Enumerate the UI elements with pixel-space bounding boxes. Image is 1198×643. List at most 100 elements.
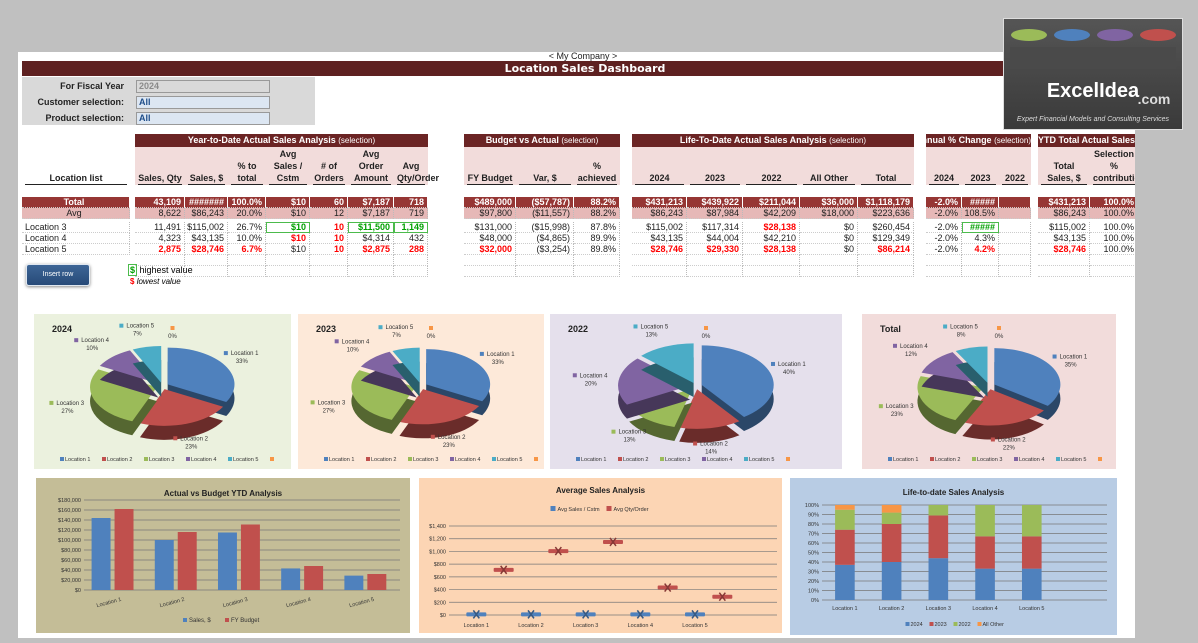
empty-cell[interactable] bbox=[687, 266, 743, 277]
empty-cell[interactable] bbox=[574, 255, 620, 266]
column-header-total[interactable]: Total bbox=[858, 147, 914, 185]
cell-c2023[interactable]: 108.5% bbox=[962, 208, 999, 219]
cell-pct[interactable]: 26.7% bbox=[228, 222, 266, 233]
cell-c2023[interactable]: 4.3% bbox=[962, 233, 999, 244]
cell-y2022[interactable]: $42,210 bbox=[743, 233, 800, 244]
cell-avgorder[interactable]: $11,500 bbox=[348, 222, 394, 233]
cell-y2023[interactable]: $87,984 bbox=[687, 208, 743, 219]
column-header-avgorder[interactable]: Avg Order Amount bbox=[348, 147, 394, 185]
cell-totsales[interactable]: $431,213 bbox=[1038, 197, 1090, 208]
cell-avgqty[interactable]: 719 bbox=[394, 208, 428, 219]
cell-orders[interactable]: 12 bbox=[310, 208, 348, 219]
empty-cell[interactable] bbox=[800, 255, 858, 266]
column-header-var[interactable]: Var, $ bbox=[516, 147, 574, 185]
empty-cell[interactable] bbox=[348, 266, 394, 277]
cell-y2024[interactable]: $43,135 bbox=[632, 233, 687, 244]
empty-cell[interactable] bbox=[228, 266, 266, 277]
cell-y2023[interactable]: $29,330 bbox=[687, 244, 743, 255]
cell-avgcstm[interactable]: $10 bbox=[266, 222, 310, 233]
cell-qty[interactable]: 2,875 bbox=[135, 244, 185, 255]
cell-totsales[interactable]: $43,135 bbox=[1038, 233, 1090, 244]
cell-c2022[interactable] bbox=[999, 208, 1031, 219]
cell-c2024[interactable]: -2.0% bbox=[926, 208, 962, 219]
cell-other[interactable]: $0 bbox=[800, 233, 858, 244]
empty-cell[interactable] bbox=[266, 266, 310, 277]
cell-qty[interactable]: 43,109 bbox=[135, 197, 185, 208]
cell-budget[interactable]: $97,800 bbox=[464, 208, 516, 219]
empty-cell[interactable] bbox=[1038, 255, 1090, 266]
cell-y2024[interactable]: $86,243 bbox=[632, 208, 687, 219]
cell-var[interactable]: ($11,557) bbox=[516, 208, 574, 219]
empty-cell[interactable] bbox=[394, 266, 428, 277]
cell-sales[interactable]: $86,243 bbox=[185, 208, 228, 219]
empty-cell[interactable] bbox=[348, 255, 394, 266]
empty-cell[interactable] bbox=[1090, 266, 1135, 277]
cell-total[interactable]: $1,118,179 bbox=[858, 197, 914, 208]
row-label[interactable]: Avg bbox=[22, 208, 130, 219]
empty-cell[interactable] bbox=[394, 255, 428, 266]
fiscal-year-field[interactable]: 2024 bbox=[136, 80, 270, 93]
cell-sales[interactable]: $28,746 bbox=[185, 244, 228, 255]
cell-orders[interactable]: 60 bbox=[310, 197, 348, 208]
cell-c2023[interactable]: ##### bbox=[962, 197, 999, 208]
cell-contrib[interactable]: 100.0% bbox=[1090, 197, 1135, 208]
cell-c2023[interactable]: 4.2% bbox=[962, 244, 999, 255]
column-header-qty[interactable]: Sales, Qty bbox=[135, 147, 185, 185]
cell-c2022[interactable] bbox=[999, 244, 1031, 255]
cell-c2024[interactable]: -2.0% bbox=[926, 244, 962, 255]
cell-sales[interactable]: $43,135 bbox=[185, 233, 228, 244]
row-label[interactable]: Location 5 bbox=[22, 244, 130, 255]
empty-cell[interactable] bbox=[926, 255, 962, 266]
cell-achieved[interactable]: 88.2% bbox=[574, 208, 620, 219]
cell-totsales[interactable]: $86,243 bbox=[1038, 208, 1090, 219]
cell-var[interactable]: ($57,787) bbox=[516, 197, 574, 208]
cell-avgcstm[interactable]: $10 bbox=[266, 197, 310, 208]
empty-cell[interactable] bbox=[310, 255, 348, 266]
cell-pct[interactable]: 10.0% bbox=[228, 233, 266, 244]
empty-cell[interactable] bbox=[962, 266, 999, 277]
pie-chart-2022[interactable]: 2022 Location 1 40% Location 2 14% Location 3… bbox=[550, 314, 842, 469]
cell-other[interactable]: $18,000 bbox=[800, 208, 858, 219]
cell-var[interactable]: ($4,865) bbox=[516, 233, 574, 244]
cell-y2024[interactable]: $431,213 bbox=[632, 197, 687, 208]
cell-avgcstm[interactable]: $10 bbox=[266, 233, 310, 244]
pie-chart-2023[interactable]: 2023 Location 1 33% Location 2 23% Location 3… bbox=[298, 314, 544, 469]
empty-cell[interactable] bbox=[743, 266, 800, 277]
column-header-c2024[interactable]: 2024 bbox=[926, 147, 962, 185]
cell-sales[interactable]: ####### bbox=[185, 197, 228, 208]
cell-pct[interactable]: 6.7% bbox=[228, 244, 266, 255]
column-header-y2024[interactable]: 2024 bbox=[632, 147, 687, 185]
cell-c2024[interactable]: -2.0% bbox=[926, 222, 962, 233]
empty-cell[interactable] bbox=[266, 255, 310, 266]
cell-orders[interactable]: 10 bbox=[310, 233, 348, 244]
cell-pct[interactable]: 20.0% bbox=[228, 208, 266, 219]
empty-cell[interactable] bbox=[743, 255, 800, 266]
cell-avgqty[interactable]: 1,149 bbox=[394, 222, 428, 233]
empty-cell[interactable] bbox=[858, 255, 914, 266]
cell-orders[interactable]: 10 bbox=[310, 244, 348, 255]
cell-avgorder[interactable]: $2,875 bbox=[348, 244, 394, 255]
cell-qty[interactable]: 4,323 bbox=[135, 233, 185, 244]
cell-totsales[interactable]: $115,002 bbox=[1038, 222, 1090, 233]
cell-total[interactable]: $223,636 bbox=[858, 208, 914, 219]
empty-cell[interactable] bbox=[999, 266, 1031, 277]
cell-c2022[interactable] bbox=[999, 197, 1031, 208]
cell-sales[interactable]: $115,002 bbox=[185, 222, 228, 233]
cell-achieved[interactable]: 87.8% bbox=[574, 222, 620, 233]
cell-other[interactable]: $0 bbox=[800, 244, 858, 255]
cell-qty[interactable]: 11,491 bbox=[135, 222, 185, 233]
row-label[interactable]: Total bbox=[22, 197, 130, 208]
cell-budget[interactable]: $48,000 bbox=[464, 233, 516, 244]
empty-cell[interactable] bbox=[800, 266, 858, 277]
cell-totsales[interactable]: $28,746 bbox=[1038, 244, 1090, 255]
cell-achieved[interactable]: 88.2% bbox=[574, 197, 620, 208]
cell-y2022[interactable]: $42,209 bbox=[743, 208, 800, 219]
cell-achieved[interactable]: 89.8% bbox=[574, 244, 620, 255]
scatter-chart-average-sales[interactable]: Average Sales Analysis Avg Sales / Cstm Av… bbox=[419, 478, 782, 633]
cell-avgcstm[interactable]: $10 bbox=[266, 244, 310, 255]
cell-c2023[interactable]: ##### bbox=[962, 222, 999, 233]
column-header-c2023[interactable]: 2023 bbox=[962, 147, 999, 185]
cell-y2022[interactable]: $28,138 bbox=[743, 244, 800, 255]
cell-budget[interactable]: $131,000 bbox=[464, 222, 516, 233]
row-label[interactable]: Location 4 bbox=[22, 233, 130, 244]
